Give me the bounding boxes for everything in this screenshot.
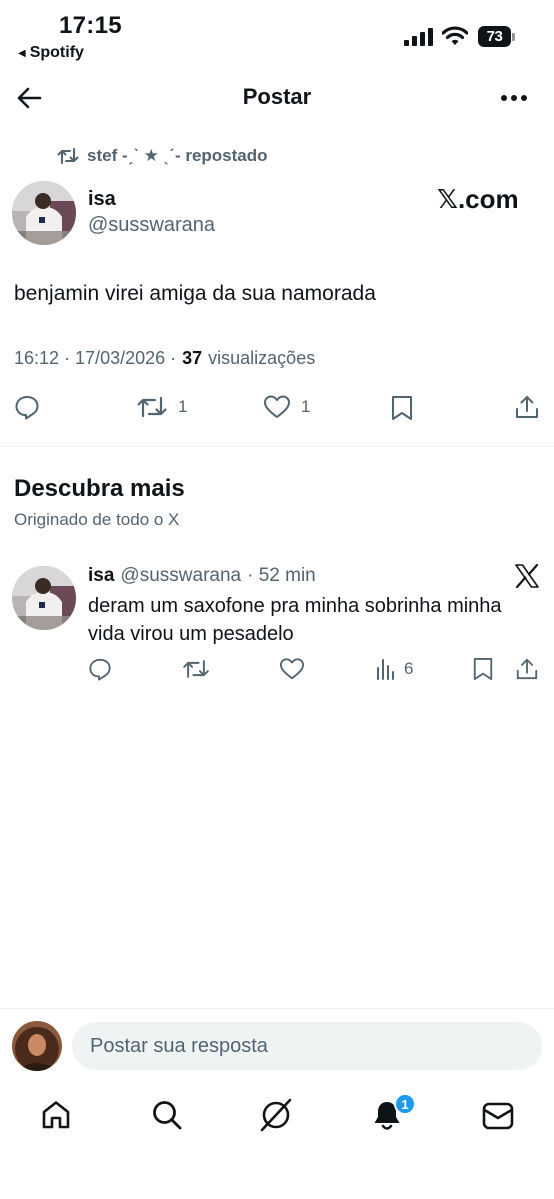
tweet-bookmark-button[interactable] [472,657,494,681]
discover-title: Descubra mais [14,475,185,502]
notifications-badge: 1 [394,1093,416,1115]
discover-subtitle: Originado de todo o X [14,510,180,529]
current-user-avatar[interactable] [12,1021,62,1071]
wifi-icon [442,26,468,46]
nav-search-icon[interactable] [151,1099,183,1131]
author-handle[interactable]: @susswarana [88,214,215,237]
back-triangle-icon: ◀ [18,47,26,59]
bookmark-icon [390,395,414,421]
tweet-text: deram um saxofone pra minha sobrinha min… [88,595,502,645]
signal-icon [404,28,434,46]
author-avatar[interactable] [12,181,76,245]
tweet-header[interactable]: isa @susswarana · 52 min [88,565,316,587]
heart-icon [263,394,291,420]
battery-indicator: 73 [478,26,516,47]
battery-nub [512,32,515,41]
reply-input[interactable]: Postar sua resposta [72,1022,542,1070]
tweet-share-button[interactable] [515,657,539,681]
nav-grok-icon[interactable] [259,1097,293,1133]
bookmark-icon [472,657,494,681]
views-label: visualizações [208,348,316,368]
tweet-views-count: 6 [404,659,414,678]
post-timestamp: 16:12 · 17/03/2026 · [14,348,177,368]
tweet-reply-button[interactable] [88,657,112,681]
post-text: benjamin virei amiga da sua namorada [14,282,376,305]
status-time: 17:15 [59,12,122,39]
share-icon [514,394,540,420]
author-name[interactable]: isa [88,188,116,211]
tweet-author-name[interactable]: isa [88,565,114,587]
retweet-icon [136,394,168,420]
repost-icon [57,147,79,165]
share-icon [515,657,539,681]
views-count: 37 [182,348,203,368]
back-app-label: Spotify [29,44,84,61]
tweet-author-handle[interactable]: @susswarana [120,565,241,587]
post-meta: 16:12 · 17/03/2026 · 37 visualizações [14,348,315,369]
tweet-author-avatar[interactable] [12,566,76,630]
x-com-badge: 𝕏.com [437,184,519,214]
analytics-icon [376,658,396,680]
repost-by-label: stef -ˏˋ ★ ˎˊ- repostado [87,146,268,165]
reply-button[interactable] [14,394,40,420]
nav-home-icon[interactable] [40,1100,72,1130]
back-to-app-link[interactable]: ◀ Spotify [18,44,84,62]
tweet-like-button[interactable] [279,657,305,681]
nav-messages-icon[interactable] [482,1102,514,1130]
heart-icon [279,657,305,681]
repost-indicator[interactable]: stef -ˏˋ ★ ˎˊ- repostado [57,146,268,166]
battery-level: 73 [478,26,511,47]
x-logo-icon [514,564,540,588]
bookmark-button[interactable] [390,395,414,421]
repost-button[interactable]: 1 [136,394,187,420]
like-button[interactable]: 1 [263,394,310,420]
reply-icon [88,657,112,681]
retweet-icon [182,657,210,681]
section-divider [0,446,554,447]
tweet-views-button[interactable]: 6 [376,658,413,680]
repost-count: 1 [178,397,188,416]
more-options-icon[interactable] [500,94,528,102]
share-button[interactable] [514,394,540,420]
tweet-repost-button[interactable] [182,657,210,681]
reply-icon [14,394,40,420]
page-title: Postar [242,84,312,109]
reply-bar-divider [0,1008,554,1009]
tweet-time: · 52 min [247,565,316,586]
like-count: 1 [301,397,311,416]
